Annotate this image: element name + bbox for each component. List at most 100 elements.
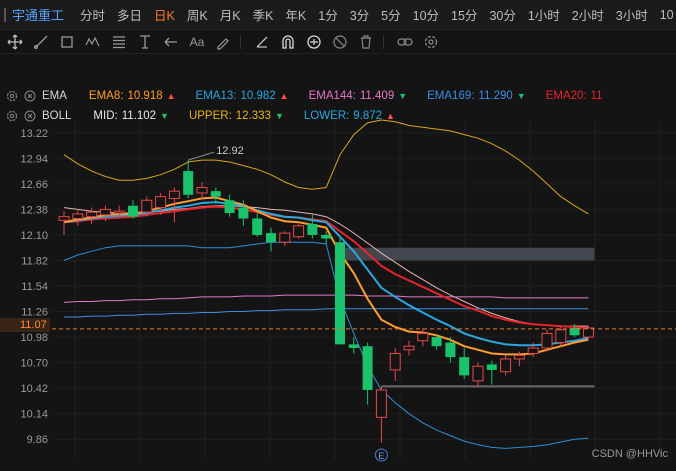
candle[interactable] (389, 352, 401, 371)
candle[interactable] (168, 190, 180, 199)
candle[interactable] (141, 199, 153, 213)
boll-legend-value: 9.872 (353, 110, 383, 122)
series-ema20 (63, 205, 589, 329)
ema-settings-icon[interactable] (6, 90, 18, 102)
tab-13[interactable]: 1小时 (522, 5, 566, 24)
candle[interactable] (472, 365, 484, 382)
fibonacci-icon[interactable] (108, 32, 130, 52)
boll-legend: BOLL MID: 11.102 ▼ UPPER: 12.333 ▼ LOWER: 9.872 ▲ (0, 107, 415, 125)
y-tick-label: 10.98 (20, 332, 48, 344)
high-price-label: 12.92 (216, 145, 244, 157)
text-level-icon[interactable] (134, 32, 156, 52)
ema-legend-value: 11.290 (478, 90, 513, 102)
candle[interactable] (86, 211, 98, 218)
candle[interactable] (459, 357, 470, 376)
candle[interactable] (431, 337, 442, 347)
tab-16[interactable]: 10 (654, 8, 676, 22)
candle[interactable] (113, 210, 125, 214)
candle[interactable] (72, 213, 84, 220)
candle[interactable] (375, 389, 387, 418)
line-icon[interactable] (30, 32, 52, 52)
candle[interactable] (224, 200, 235, 214)
tab-15[interactable]: 3小时 (610, 5, 654, 24)
lock-icon[interactable] (303, 32, 325, 52)
hide-icon[interactable] (329, 32, 351, 52)
candle[interactable] (555, 329, 567, 344)
candle[interactable] (348, 344, 359, 349)
tab-2[interactable]: 日K (148, 5, 181, 24)
candle[interactable] (321, 234, 332, 239)
stock-name[interactable]: 宇通重工 (12, 5, 64, 24)
tab-8[interactable]: 3分 (344, 5, 375, 24)
ema-legend-label: EMA144: (308, 90, 356, 102)
link-icon[interactable] (394, 32, 416, 52)
text-icon[interactable]: Aa (186, 32, 208, 52)
candle[interactable] (527, 347, 539, 354)
tab-12[interactable]: 30分 (483, 5, 521, 24)
candle[interactable] (252, 218, 263, 235)
candle[interactable] (403, 345, 415, 351)
candle[interactable] (58, 216, 70, 221)
brush-icon[interactable] (212, 32, 234, 52)
settings-icon[interactable] (420, 32, 442, 52)
candle[interactable] (541, 332, 553, 349)
candle[interactable] (238, 207, 249, 219)
rectangle-icon[interactable] (56, 32, 78, 52)
arrow-up-icon: ▲ (166, 91, 176, 101)
tab-9[interactable]: 5分 (375, 5, 406, 24)
wave-icon[interactable] (82, 32, 104, 52)
boll-legend-label: UPPER: (188, 110, 232, 122)
magnet-icon[interactable] (277, 32, 299, 52)
candle[interactable] (500, 358, 512, 373)
delete-icon[interactable] (355, 32, 377, 52)
y-tick-label: 12.10 (20, 230, 48, 242)
candle[interactable] (417, 332, 429, 342)
candle[interactable] (513, 354, 525, 360)
arrow-down-icon: ▼ (516, 91, 526, 101)
ema-close-icon[interactable] (24, 90, 36, 102)
ema-legend-label: EMA169: (427, 90, 475, 102)
tab-5[interactable]: 季K (247, 5, 280, 24)
high-label-leader (188, 151, 215, 161)
y-tick-label: 10.14 (20, 409, 48, 421)
tab-6[interactable]: 年K (279, 5, 312, 24)
toolbar-divider (383, 34, 384, 49)
tab-1[interactable]: 多日 (111, 5, 148, 24)
ema-legend-value: 10.982 (240, 90, 276, 102)
boll-close-icon[interactable] (24, 110, 36, 122)
tab-7[interactable]: 1分 (312, 5, 343, 24)
arrow-icon[interactable] (160, 32, 182, 52)
candle[interactable] (155, 196, 167, 209)
tab-4[interactable]: 月K (214, 5, 247, 24)
boll-legend-value: 11.102 (121, 110, 157, 122)
tab-3[interactable]: 周K (181, 5, 214, 24)
series-ema144 (63, 294, 589, 303)
tab-0[interactable]: 分时 (74, 5, 111, 24)
sidebar-toggle-icon[interactable] (4, 7, 6, 22)
candle[interactable] (99, 208, 111, 216)
candle[interactable] (445, 342, 456, 358)
candle[interactable] (279, 232, 291, 243)
boll-legend-label: MID: (93, 110, 118, 122)
boll-legend-value: 12.333 (235, 110, 271, 122)
candle[interactable] (210, 191, 221, 197)
candle[interactable] (183, 171, 194, 195)
top-bar: 宇通重工 分时 多日 日K 周K 月K 季K 年K 1分 3分 5分 10分 15分 30分 1小时 2小时… (0, 0, 676, 30)
arrow-up-icon: ▲ (279, 91, 289, 101)
candle[interactable] (266, 233, 276, 243)
tab-14[interactable]: 2小时 (566, 5, 610, 24)
candle[interactable] (307, 223, 318, 235)
tab-11[interactable]: 15分 (445, 5, 483, 24)
candle[interactable] (196, 186, 208, 194)
candle[interactable] (486, 364, 497, 370)
series-ema13 (63, 201, 589, 347)
candle[interactable] (128, 205, 138, 217)
tab-10[interactable]: 10分 (407, 5, 445, 24)
toolbar-divider (240, 34, 241, 49)
boll-settings-icon[interactable] (6, 110, 18, 122)
ema-legend-label: EMA20: (545, 90, 587, 102)
ruler-icon[interactable] (251, 32, 273, 52)
candle[interactable] (293, 225, 305, 238)
candle[interactable] (362, 346, 373, 390)
move-icon[interactable] (4, 32, 26, 52)
